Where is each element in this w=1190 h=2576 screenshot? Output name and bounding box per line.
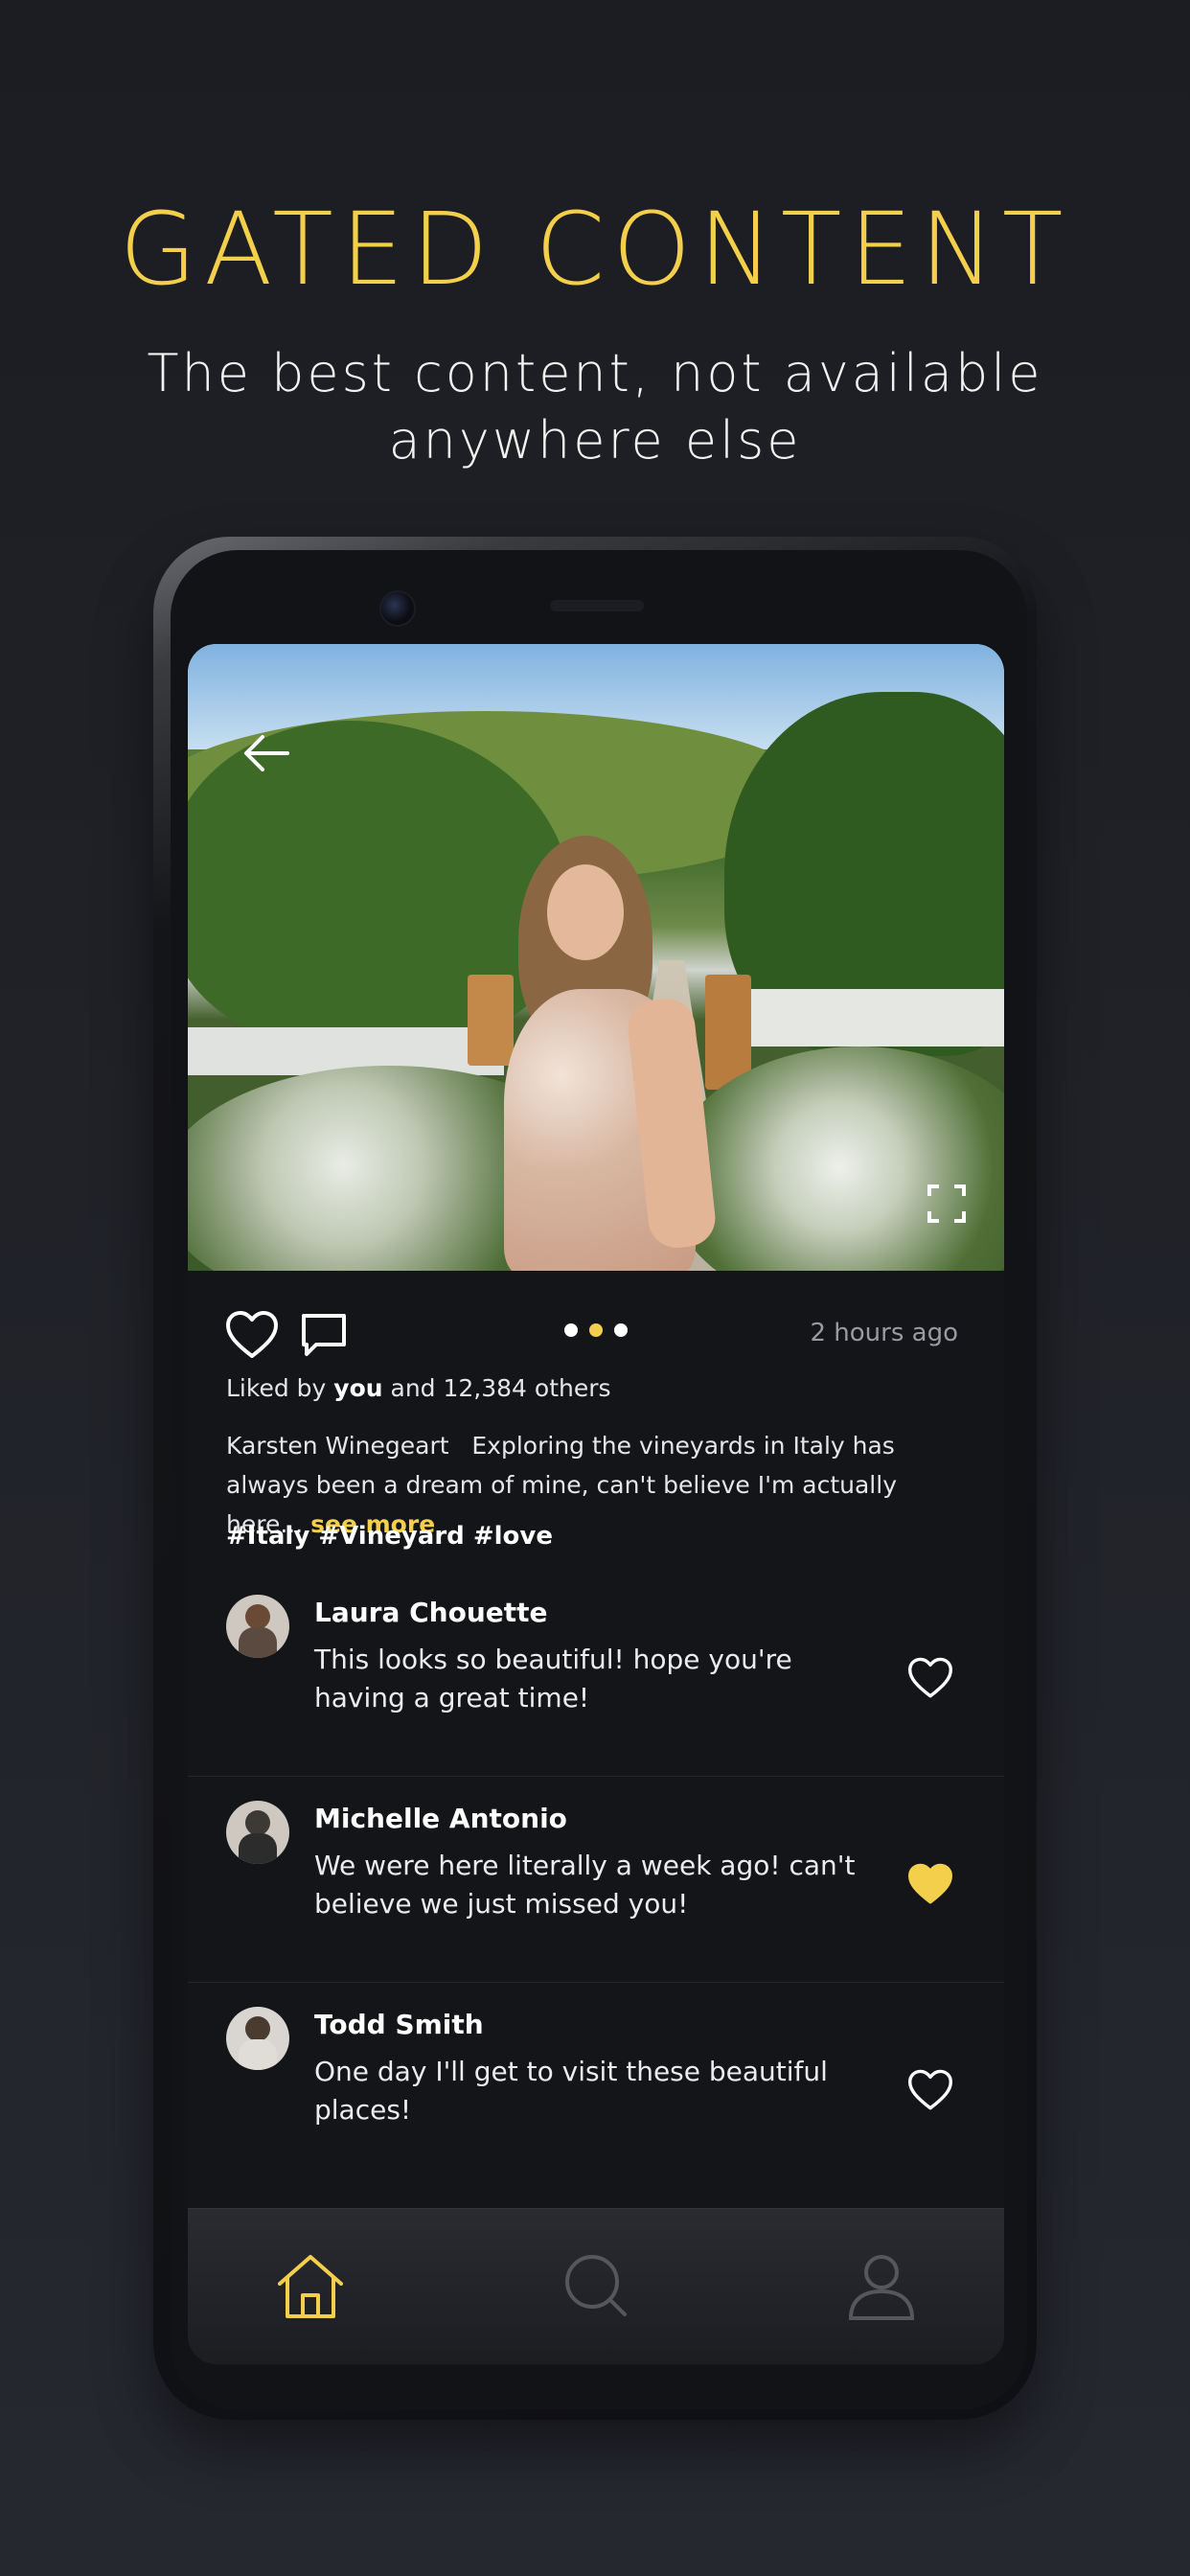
comment-author[interactable]: Todd Smith (314, 2009, 484, 2040)
search-icon[interactable] (558, 2247, 634, 2324)
heart-outline-icon[interactable] (906, 1656, 954, 1700)
divider (188, 1982, 1004, 1983)
back-arrow-icon[interactable] (238, 724, 295, 782)
comment-text: We were here literally a week ago! can't… (314, 1850, 856, 1920)
carousel-dot-active[interactable] (589, 1323, 603, 1337)
divider (188, 1776, 1004, 1777)
bottom-tab-bar (188, 2208, 1004, 2364)
comment-text: This looks so beautiful! hope you're hav… (314, 1644, 792, 1714)
like-icon[interactable] (224, 1309, 280, 1361)
profile-icon[interactable] (843, 2247, 920, 2324)
comment-item: Michelle Antonio We were here literally … (188, 1778, 1004, 1983)
home-icon[interactable] (272, 2247, 349, 2324)
comment-author[interactable]: Michelle Antonio (314, 1803, 567, 1834)
comment-item: Laura Chouette This looks so beautiful! … (188, 1572, 1004, 1777)
promo-headline: GATED CONTENT (119, 191, 1071, 308)
fullscreen-icon[interactable] (926, 1183, 968, 1225)
avatar[interactable] (226, 1801, 289, 1864)
post-hashtags[interactable]: #Italy #Vineyard #love (226, 1522, 553, 1551)
likes-prefix: Liked by (226, 1374, 334, 1402)
app-screen: 2 hours ago Liked by you and 12,384 othe… (188, 644, 1004, 2364)
heart-outline-icon[interactable] (906, 2068, 954, 2112)
comment-icon[interactable] (299, 1311, 349, 1359)
carousel-dot[interactable] (564, 1323, 578, 1337)
comment-author[interactable]: Laura Chouette (314, 1597, 548, 1628)
caption-author[interactable]: Karsten Winegeart (226, 1432, 449, 1460)
avatar[interactable] (226, 1595, 289, 1658)
phone-speaker (550, 600, 644, 611)
post-photo[interactable] (188, 644, 1004, 1271)
avatar[interactable] (226, 2007, 289, 2070)
likes-summary[interactable]: Liked by you and 12,384 others (226, 1374, 611, 1402)
comment-item: Todd Smith One day I'll get to visit the… (188, 1984, 1004, 2208)
carousel-dot[interactable] (614, 1323, 628, 1337)
likes-suffix: and 12,384 others (382, 1374, 611, 1402)
likes-you: you (333, 1374, 383, 1402)
comment-text: One day I'll get to visit these beautifu… (314, 2056, 828, 2126)
post-timestamp: 2 hours ago (810, 1319, 958, 1347)
heart-filled-icon[interactable] (906, 1862, 954, 1906)
promo-subheadline: The best content, not available anywhere… (147, 343, 1043, 471)
carousel-indicator[interactable] (564, 1322, 639, 1341)
front-camera (379, 590, 416, 627)
post-actions: 2 hours ago (188, 1296, 1004, 1363)
